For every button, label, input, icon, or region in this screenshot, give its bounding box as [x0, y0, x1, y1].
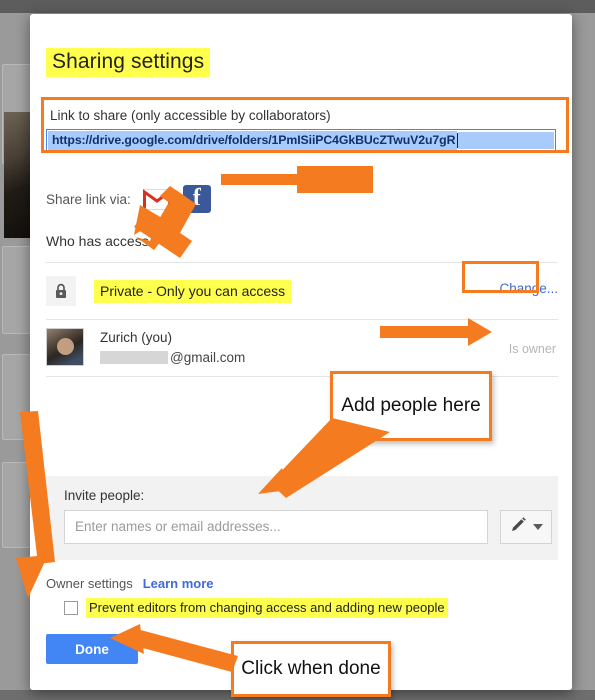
lock-icon	[46, 276, 76, 306]
owner-settings-row: Owner settings Learn more	[46, 576, 214, 591]
owner-role-label: Is owner	[508, 342, 556, 356]
owner-name: Zurich (you)	[100, 330, 173, 345]
prevent-editors-checkbox[interactable]	[64, 601, 78, 615]
avatar	[46, 328, 84, 366]
share-link-via-label: Share link via:	[46, 191, 131, 207]
pencil-icon	[510, 516, 527, 538]
link-to-share-label: Link to share (only accessible by collab…	[50, 108, 331, 123]
callout-click-when-done-text: Click when done	[241, 657, 381, 679]
change-privacy-link[interactable]: Change...	[499, 281, 558, 296]
invite-people-panel: Invite people: Enter names or email addr…	[46, 476, 558, 560]
gmail-icon[interactable]	[142, 188, 171, 210]
invite-people-label: Invite people:	[64, 488, 145, 503]
owner-email: @gmail.com	[100, 350, 245, 365]
share-link-value: https://drive.google.com/drive/folders/1…	[48, 130, 458, 150]
owner-row: Zurich (you) @gmail.com Is owner	[46, 328, 558, 372]
privacy-status-label: Private - Only you can access	[94, 279, 292, 303]
selection-fill	[458, 131, 554, 149]
done-button[interactable]: Done	[46, 634, 138, 664]
prevent-editors-row[interactable]: Prevent editors from changing access and…	[64, 598, 448, 618]
privacy-row: Private - Only you can access Change...	[46, 272, 558, 310]
link-to-share-section: Link to share (only accessible by collab…	[46, 108, 556, 151]
owner-settings-label: Owner settings	[46, 576, 133, 591]
sharing-settings-dialog: Sharing settings Link to share (only acc…	[30, 14, 572, 690]
backdrop-top-bar	[0, 0, 595, 13]
permission-dropdown-button[interactable]	[500, 510, 552, 544]
dialog-title: Sharing settings	[46, 48, 211, 77]
divider	[46, 319, 558, 320]
learn-more-link[interactable]: Learn more	[143, 576, 214, 591]
chevron-down-icon	[532, 524, 543, 530]
callout-add-people: Add people here	[330, 371, 492, 441]
callout-click-when-done: Click when done	[231, 641, 391, 697]
who-has-access-heading: Who has access	[46, 233, 149, 249]
share-link-via-section: Share link via: f	[46, 185, 211, 213]
redacted-email-block	[100, 351, 168, 364]
prevent-editors-label: Prevent editors from changing access and…	[86, 598, 448, 618]
facebook-icon[interactable]: f	[182, 185, 211, 213]
divider	[46, 262, 558, 263]
callout-add-people-text: Add people here	[341, 394, 481, 416]
share-link-input[interactable]: https://drive.google.com/drive/folders/1…	[46, 129, 556, 151]
invite-people-input[interactable]: Enter names or email addresses...	[64, 510, 488, 544]
owner-email-domain: @gmail.com	[170, 350, 246, 365]
